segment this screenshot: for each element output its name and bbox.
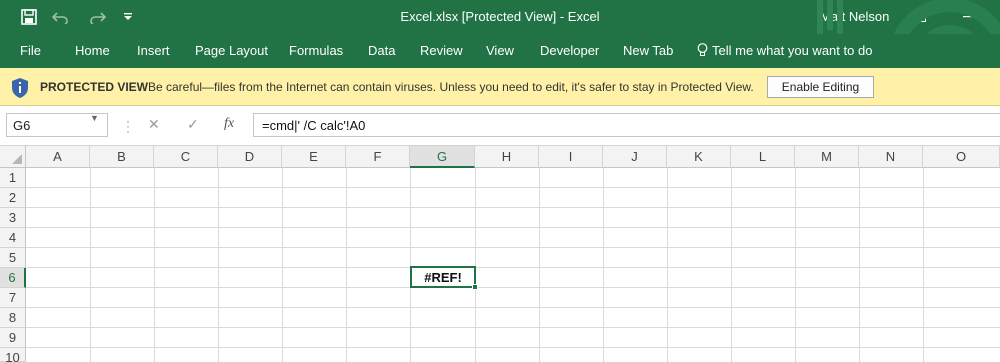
row-header-5[interactable]: 5 <box>0 248 26 268</box>
column-header-c[interactable]: C <box>154 146 218 168</box>
tell-me-box[interactable]: Tell me what you want to do <box>697 43 872 60</box>
gridline <box>346 168 347 362</box>
row-header-8[interactable]: 8 <box>0 308 26 328</box>
gridline <box>731 168 732 362</box>
column-header-g[interactable]: G <box>410 146 475 168</box>
name-box-dropdown-icon[interactable]: ▼ <box>90 113 99 123</box>
gridline <box>26 207 1000 208</box>
active-cell-g6[interactable]: #REF! <box>410 266 476 288</box>
column-header-i[interactable]: I <box>539 146 603 168</box>
tell-me-text: Tell me what you want to do <box>712 43 873 58</box>
gridline <box>26 267 1000 268</box>
enable-editing-button[interactable]: Enable Editing <box>767 76 874 98</box>
gridline <box>603 168 604 362</box>
protected-view-message: Be careful—files from the Internet can c… <box>148 80 754 94</box>
column-header-o[interactable]: O <box>923 146 1000 168</box>
column-header-k[interactable]: K <box>667 146 731 168</box>
gridline <box>26 327 1000 328</box>
select-all-icon <box>12 154 22 164</box>
formula-input[interactable]: =cmd|' /C calc'!A0 <box>253 113 1000 137</box>
column-header-m[interactable]: M <box>795 146 859 168</box>
column-header-f[interactable]: F <box>346 146 410 168</box>
row-header-6[interactable]: 6 <box>0 268 26 288</box>
row-header-9[interactable]: 9 <box>0 328 26 348</box>
minimize-icon[interactable] <box>958 6 978 26</box>
title-bar: Excel.xlsx [Protected View] - Excel Matt… <box>0 0 1000 34</box>
tab-page-layout[interactable]: Page Layout <box>195 43 268 58</box>
gridline <box>26 227 1000 228</box>
formula-bar: G6 ▼ ⋮ ✕ ✓ fx =cmd|' /C calc'!A0 <box>0 106 1000 146</box>
tab-data[interactable]: Data <box>368 43 395 58</box>
shield-icon <box>10 77 30 104</box>
gridline <box>218 168 219 362</box>
column-header-n[interactable]: N <box>859 146 923 168</box>
column-header-d[interactable]: D <box>218 146 282 168</box>
protected-view-title: PROTECTED VIEW <box>40 80 149 94</box>
tab-formulas[interactable]: Formulas <box>289 43 343 58</box>
gridline <box>26 307 1000 308</box>
column-header-a[interactable]: A <box>26 146 90 168</box>
ribbon-tabs: File Home Insert Page Layout Formulas Da… <box>0 34 1000 68</box>
row-header-10[interactable]: 10 <box>0 348 26 362</box>
column-header-j[interactable]: J <box>603 146 667 168</box>
gridline <box>859 168 860 362</box>
column-header-l[interactable]: L <box>731 146 795 168</box>
gridline <box>26 187 1000 188</box>
gridline <box>410 168 411 362</box>
column-header-e[interactable]: E <box>282 146 346 168</box>
select-all-button[interactable] <box>0 146 26 168</box>
ribbon-display-options-icon[interactable] <box>910 6 930 26</box>
gridline <box>26 287 1000 288</box>
tab-new-tab[interactable]: New Tab <box>623 43 673 58</box>
gridline <box>154 168 155 362</box>
gridline <box>539 168 540 362</box>
user-name[interactable]: Matt Nelson <box>820 9 889 24</box>
column-header-b[interactable]: B <box>90 146 154 168</box>
row-header-7[interactable]: 7 <box>0 288 26 308</box>
gridline <box>475 168 476 362</box>
gridline <box>923 168 924 362</box>
tab-file[interactable]: File <box>20 43 41 58</box>
gridline <box>90 168 91 362</box>
gridline <box>282 168 283 362</box>
tab-view[interactable]: View <box>486 43 514 58</box>
cancel-icon[interactable]: ✕ <box>148 116 160 133</box>
tab-review[interactable]: Review <box>420 43 463 58</box>
spreadsheet-grid[interactable]: A B C D E F G H I J K L M N O 1 2 3 4 5 … <box>0 146 1000 362</box>
column-header-h[interactable]: H <box>475 146 539 168</box>
row-header-2[interactable]: 2 <box>0 188 26 208</box>
formula-bar-grip-icon: ⋮ <box>121 118 135 134</box>
tab-developer[interactable]: Developer <box>540 43 599 58</box>
lightbulb-icon <box>697 43 708 60</box>
row-header-1[interactable]: 1 <box>0 168 26 188</box>
row-header-4[interactable]: 4 <box>0 228 26 248</box>
gridline <box>667 168 668 362</box>
gridline <box>26 247 1000 248</box>
fill-handle[interactable] <box>472 284 478 290</box>
row-header-3[interactable]: 3 <box>0 208 26 228</box>
tab-home[interactable]: Home <box>75 43 110 58</box>
enter-icon[interactable]: ✓ <box>187 116 199 133</box>
tab-insert[interactable]: Insert <box>137 43 170 58</box>
gridline <box>26 347 1000 348</box>
insert-function-icon[interactable]: fx <box>224 116 234 132</box>
gridline <box>795 168 796 362</box>
